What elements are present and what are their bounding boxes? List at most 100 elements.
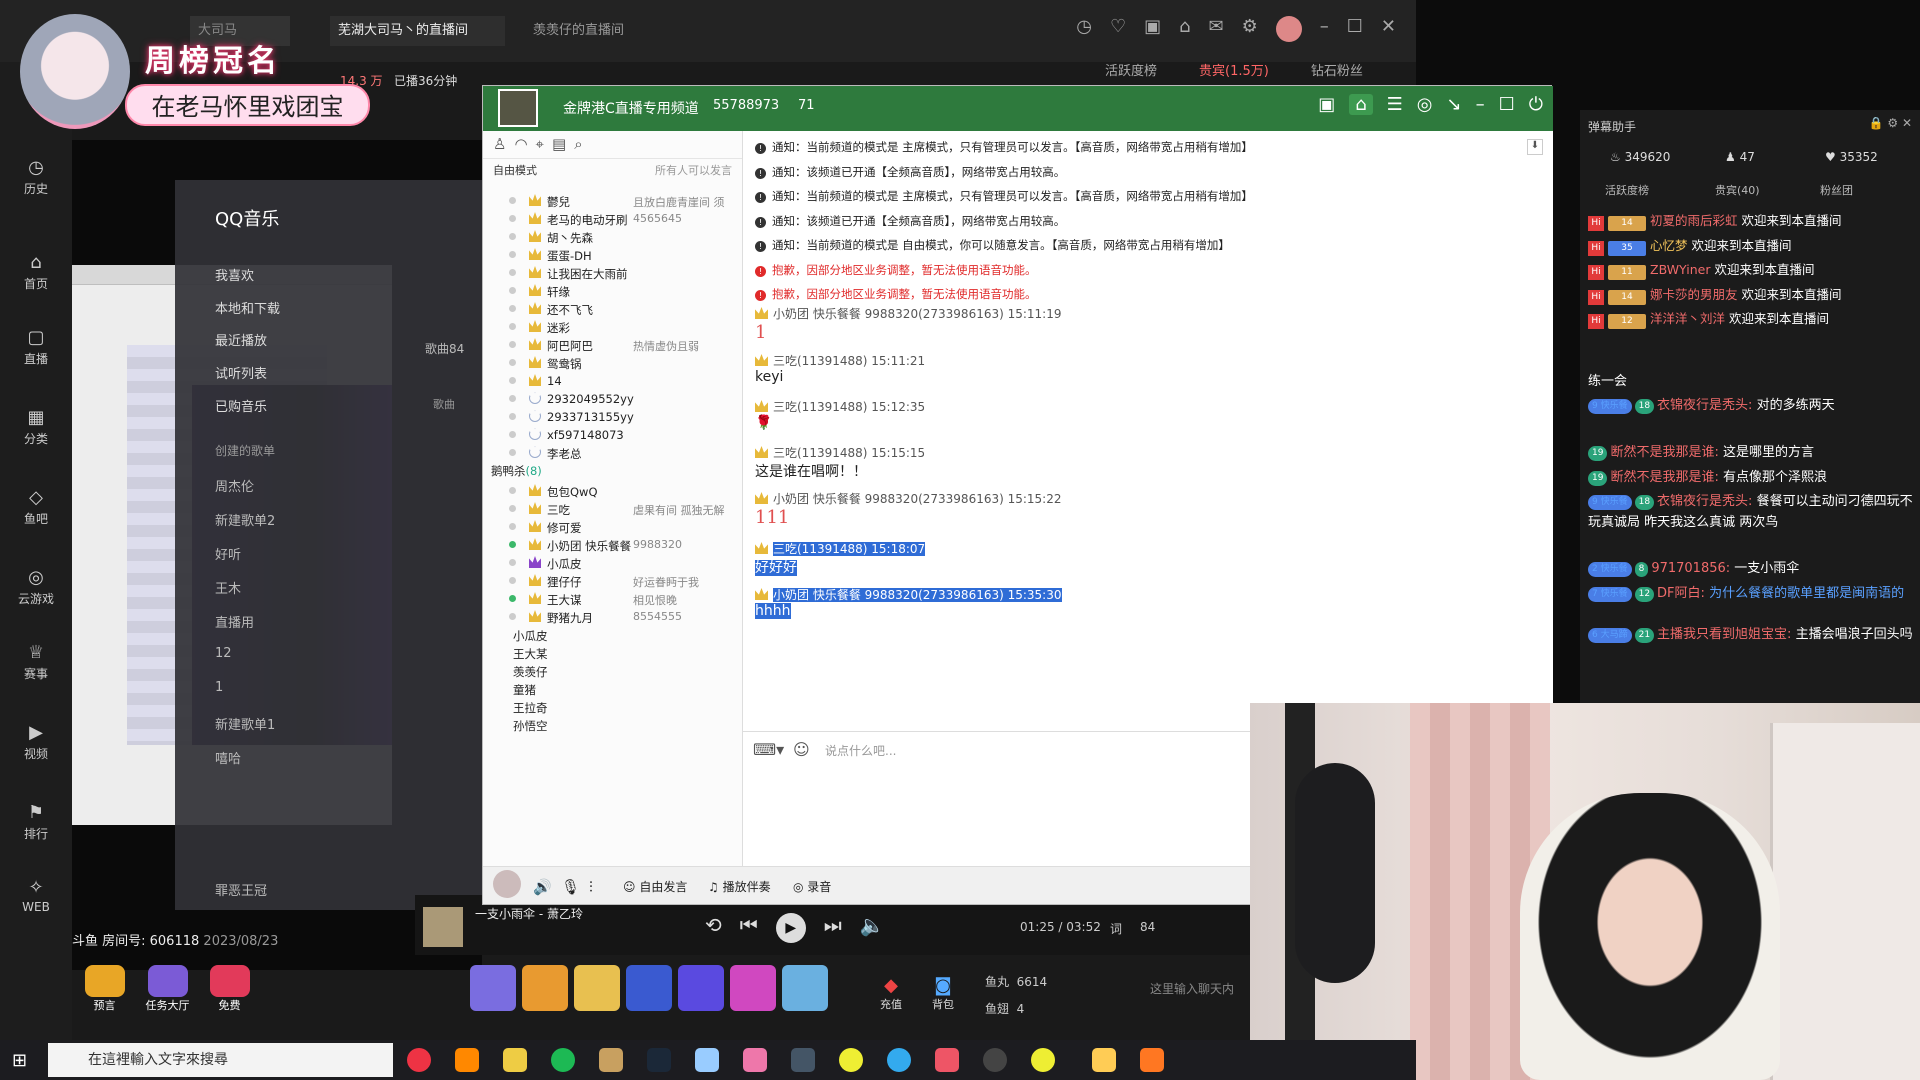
- user-name[interactable]: 心忆梦: [1650, 238, 1688, 253]
- favorite-icon[interactable]: ♡: [1110, 16, 1126, 42]
- song-sort[interactable]: 歌曲: [433, 396, 455, 412]
- chrome-icon[interactable]: [407, 1048, 431, 1072]
- gift-item[interactable]: [782, 965, 828, 1011]
- app-icon[interactable]: [455, 1048, 479, 1072]
- list-icon[interactable]: ☰: [1387, 94, 1403, 115]
- close-icon[interactable]: ✕: [1381, 16, 1396, 42]
- user-name[interactable]: ZBWYiner: [1650, 262, 1710, 277]
- minimize-icon[interactable]: –: [1476, 94, 1485, 115]
- message-header[interactable]: 三吃(11391488) 15:15:15: [755, 444, 925, 461]
- sidebar-item-live[interactable]: ▢ 直播: [0, 327, 72, 367]
- message-header[interactable]: 小奶团 快乐餐餐 9988320(2733986163) 15:35:30: [755, 586, 1062, 603]
- tab-diamond-fans[interactable]: 钻石粉丝: [1311, 60, 1363, 79]
- folder-icon[interactable]: [503, 1048, 527, 1072]
- user-name[interactable]: 洋洋洋丶刘洋: [1650, 311, 1725, 326]
- tab-activity-rank[interactable]: 活跃度榜: [1105, 60, 1157, 79]
- user-name[interactable]: 971701856:: [1651, 561, 1730, 576]
- playlist-item[interactable]: 好听: [215, 544, 241, 563]
- spotify-icon[interactable]: [551, 1048, 575, 1072]
- mixer-icon[interactable]: ⫶: [589, 878, 593, 896]
- user-name[interactable]: 娜卡莎的男朋友: [1650, 287, 1738, 302]
- playlist-item[interactable]: 周杰伦: [215, 476, 254, 495]
- app-icon[interactable]: [1140, 1048, 1164, 1072]
- song-title[interactable]: 一支小雨伞 - 萧乙玲: [475, 905, 583, 922]
- speaker-icon[interactable]: 🔊: [533, 878, 552, 896]
- accompaniment-button[interactable]: ♫ 播放伴奏: [708, 878, 771, 895]
- gift-item[interactable]: [470, 965, 516, 1011]
- message-header[interactable]: 三吃(11391488) 15:12:35: [755, 398, 925, 415]
- video-icon[interactable]: ▣: [1318, 94, 1335, 115]
- task-hall-button[interactable]: 任务大厅: [140, 965, 195, 1015]
- channel-avatar[interactable]: [498, 89, 538, 127]
- sidebar-item-events[interactable]: ♕ 赛事: [0, 642, 72, 682]
- note-icon[interactable]: ▤: [552, 135, 574, 153]
- free-gift-button[interactable]: 免费: [202, 965, 257, 1015]
- close-icon[interactable]: ✕: [1902, 116, 1912, 130]
- message-header[interactable]: 三吃(11391488) 15:18:07: [755, 540, 926, 557]
- home-icon[interactable]: ⌂: [1349, 94, 1373, 115]
- gift-item[interactable]: [522, 965, 568, 1011]
- earphone-icon[interactable]: ◠: [514, 135, 535, 153]
- user-name[interactable]: 断然不是我那是谁:: [1610, 470, 1718, 485]
- shirt-icon[interactable]: ⌂: [1179, 16, 1190, 42]
- user-name[interactable]: 断然不是我那是谁:: [1610, 445, 1718, 460]
- windows-start-icon[interactable]: ⊞: [12, 1050, 32, 1071]
- tab-vip[interactable]: 贵宾(1.5万): [1199, 60, 1269, 79]
- scroll-down-icon[interactable]: ⬇: [1527, 139, 1543, 155]
- qqmusic-icon[interactable]: [1031, 1048, 1055, 1072]
- steam-icon[interactable]: [647, 1048, 671, 1072]
- sidebar-item-fishbar[interactable]: ◇ 鱼吧: [0, 487, 72, 527]
- shrink-icon[interactable]: ↘: [1447, 94, 1462, 115]
- user-name[interactable]: 衣锦夜行是秃头:: [1657, 398, 1752, 413]
- user-icon[interactable]: ♙: [493, 135, 514, 153]
- calendar-icon[interactable]: ▣: [1144, 16, 1161, 42]
- lock-icon[interactable]: 🔒: [1869, 116, 1884, 130]
- sidebar-item-video[interactable]: ▶ 视频: [0, 722, 72, 762]
- sticker-icon[interactable]: ☺: [793, 740, 810, 759]
- free-speak-button[interactable]: ☺ 自由发言: [623, 878, 687, 895]
- tab-vip[interactable]: 贵宾(40): [1715, 182, 1760, 198]
- playlist-item[interactable]: 嘻哈: [215, 748, 241, 767]
- gift-item[interactable]: [678, 965, 724, 1011]
- sidebar-item-web[interactable]: ✧ WEB: [0, 877, 72, 914]
- playlist-item[interactable]: 新建歌单2: [215, 510, 275, 529]
- user-row[interactable]: 李老总: [483, 443, 733, 465]
- app-icon[interactable]: [599, 1048, 623, 1072]
- avatar[interactable]: [1275, 16, 1302, 42]
- message-header[interactable]: 小奶团 快乐餐餐 9988320(2733986163) 15:15:22: [755, 490, 1062, 507]
- sidebar-item-category[interactable]: ▦ 分类: [0, 407, 72, 447]
- group-header[interactable]: 鹅鸭杀(8): [491, 463, 542, 483]
- gift-item[interactable]: [730, 965, 776, 1011]
- app-icon[interactable]: [695, 1048, 719, 1072]
- gift-item[interactable]: [626, 965, 672, 1011]
- menu-local[interactable]: 本地和下载: [215, 298, 280, 317]
- playlist-item[interactable]: 新建歌单1: [215, 714, 275, 733]
- menu-purchased[interactable]: 已购音乐: [215, 396, 267, 415]
- backpack-button[interactable]: ◙ 背包: [932, 975, 954, 1012]
- microphone-icon[interactable]: 🎙: [561, 878, 580, 896]
- previous-icon[interactable]: ⏮: [740, 913, 758, 943]
- gamepad-emoji-icon[interactable]: ⌨▾: [753, 740, 784, 759]
- user-name[interactable]: 主播我只看到旭姐宝宝:: [1657, 627, 1791, 642]
- search-icon[interactable]: ⌕: [574, 135, 590, 153]
- volume-icon[interactable]: 🔈: [860, 913, 885, 943]
- recharge-button[interactable]: ◆ 充值: [880, 975, 902, 1012]
- maximize-icon[interactable]: ☐: [1499, 94, 1515, 115]
- message-input[interactable]: 说点什么吧...: [825, 742, 896, 759]
- playlist-item[interactable]: 12: [215, 646, 232, 661]
- user-name[interactable]: 衣锦夜行是秃头:: [1657, 494, 1752, 509]
- message-header[interactable]: 小奶团 快乐餐餐 9988320(2733986163) 15:11:19: [755, 305, 1062, 322]
- gamepad-icon[interactable]: ◎: [1417, 94, 1433, 115]
- location-icon[interactable]: ⌖: [536, 135, 552, 153]
- prediction-button[interactable]: 预言: [77, 965, 132, 1015]
- menu-favorites[interactable]: 我喜欢: [215, 265, 254, 284]
- menu-trial[interactable]: 试听列表: [215, 363, 267, 382]
- user-name[interactable]: 初夏的雨后彩虹: [1650, 213, 1738, 228]
- message-icon[interactable]: ✉: [1209, 16, 1224, 42]
- user-name[interactable]: DF阿白:: [1657, 586, 1705, 601]
- play-icon[interactable]: ▶: [775, 913, 806, 943]
- playlist-item[interactable]: 直播用: [215, 612, 254, 631]
- self-avatar[interactable]: [493, 870, 521, 898]
- playlist-item[interactable]: 1: [215, 680, 223, 695]
- chat-input[interactable]: 这里输入聊天内: [1150, 980, 1234, 997]
